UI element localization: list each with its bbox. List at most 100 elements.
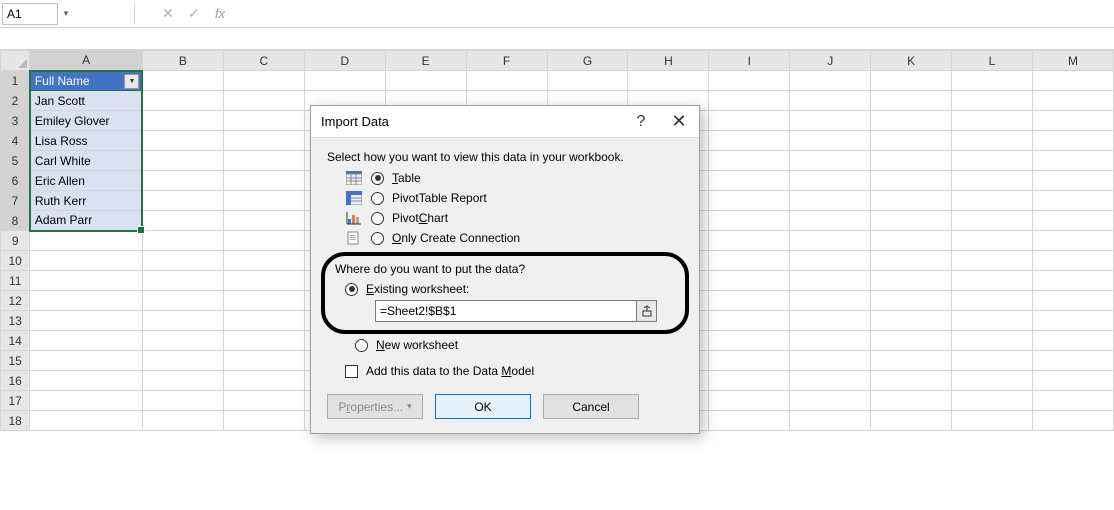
data-cell[interactable]: Emiley Glover	[30, 111, 143, 131]
cell[interactable]	[709, 71, 790, 91]
cell[interactable]	[1032, 371, 1113, 391]
cell[interactable]	[223, 271, 304, 291]
cell[interactable]	[871, 411, 952, 431]
cell[interactable]	[30, 331, 143, 351]
col-header-D[interactable]: D	[304, 51, 385, 71]
cell[interactable]	[952, 91, 1033, 111]
cell[interactable]	[709, 191, 790, 211]
cell[interactable]	[871, 271, 952, 291]
cell[interactable]	[142, 371, 223, 391]
help-button[interactable]: ?	[631, 113, 651, 131]
cell[interactable]	[142, 211, 223, 231]
cell[interactable]	[142, 111, 223, 131]
cancel-button[interactable]: Cancel	[543, 394, 639, 419]
option-table[interactable]: Table	[345, 170, 683, 186]
cell[interactable]	[709, 231, 790, 251]
cell[interactable]	[871, 111, 952, 131]
col-header-B[interactable]: B	[142, 51, 223, 71]
cell[interactable]	[790, 251, 871, 271]
cell[interactable]	[223, 311, 304, 331]
cell[interactable]	[952, 251, 1033, 271]
cell[interactable]	[547, 71, 628, 91]
cell[interactable]	[871, 71, 952, 91]
cell[interactable]	[142, 171, 223, 191]
option-pivottable[interactable]: PivotTable Report	[345, 190, 683, 206]
cell[interactable]	[709, 91, 790, 111]
cell[interactable]	[142, 151, 223, 171]
cell[interactable]	[30, 391, 143, 411]
cell[interactable]	[790, 191, 871, 211]
cell[interactable]	[952, 351, 1033, 371]
cell[interactable]	[952, 151, 1033, 171]
table-header-cell[interactable]: Full Name ▼	[30, 71, 143, 91]
row-header-4[interactable]: 4	[1, 131, 30, 151]
cell[interactable]	[790, 71, 871, 91]
col-header-H[interactable]: H	[628, 51, 709, 71]
filter-dropdown-button[interactable]: ▼	[124, 74, 139, 89]
cell[interactable]	[1032, 251, 1113, 271]
range-selector-button[interactable]	[637, 300, 657, 322]
cell[interactable]	[790, 371, 871, 391]
fx-icon[interactable]: fx	[207, 3, 233, 25]
name-box-dropdown[interactable]: ▼	[58, 9, 74, 18]
cell[interactable]	[223, 171, 304, 191]
cell[interactable]	[142, 311, 223, 331]
cell[interactable]	[1032, 291, 1113, 311]
cell[interactable]	[142, 191, 223, 211]
cell[interactable]	[709, 211, 790, 231]
cell[interactable]	[709, 371, 790, 391]
cell[interactable]	[142, 351, 223, 371]
cell[interactable]	[142, 71, 223, 91]
cell[interactable]	[1032, 71, 1113, 91]
select-all-corner[interactable]	[1, 51, 30, 71]
cell[interactable]	[952, 191, 1033, 211]
cell[interactable]	[385, 71, 466, 91]
cell[interactable]	[709, 171, 790, 191]
cell[interactable]	[709, 271, 790, 291]
cell[interactable]	[709, 391, 790, 411]
name-box[interactable]: A1	[2, 3, 58, 25]
cell[interactable]	[142, 411, 223, 431]
dialog-titlebar[interactable]: Import Data ? ✕	[311, 106, 699, 138]
close-button[interactable]: ✕	[669, 111, 689, 132]
cell[interactable]	[952, 131, 1033, 151]
cell[interactable]	[952, 371, 1033, 391]
cell[interactable]	[30, 351, 143, 371]
cell[interactable]	[142, 291, 223, 311]
col-header-K[interactable]: K	[871, 51, 952, 71]
cell[interactable]	[223, 291, 304, 311]
col-header-I[interactable]: I	[709, 51, 790, 71]
cell[interactable]	[709, 411, 790, 431]
cell[interactable]	[142, 131, 223, 151]
cell[interactable]	[790, 231, 871, 251]
cell[interactable]	[790, 311, 871, 331]
cell[interactable]	[790, 171, 871, 191]
cell[interactable]	[871, 211, 952, 231]
cell[interactable]	[871, 291, 952, 311]
cell[interactable]	[871, 371, 952, 391]
cell[interactable]	[223, 191, 304, 211]
cell[interactable]	[790, 351, 871, 371]
col-header-J[interactable]: J	[790, 51, 871, 71]
cell[interactable]	[790, 131, 871, 151]
row-header-15[interactable]: 15	[1, 351, 30, 371]
row-header-2[interactable]: 2	[1, 91, 30, 111]
cell[interactable]	[790, 211, 871, 231]
cell[interactable]	[1032, 131, 1113, 151]
cell[interactable]	[223, 111, 304, 131]
row-header-8[interactable]: 8	[1, 211, 30, 231]
cell[interactable]	[871, 351, 952, 371]
option-existing-worksheet[interactable]: Existing worksheet:	[345, 282, 675, 296]
cell[interactable]	[142, 231, 223, 251]
row-header-14[interactable]: 14	[1, 331, 30, 351]
cell[interactable]	[223, 251, 304, 271]
cell[interactable]	[142, 331, 223, 351]
radio-pivotchart[interactable]	[371, 212, 384, 225]
row-header-18[interactable]: 18	[1, 411, 30, 431]
data-cell[interactable]: Lisa Ross	[30, 131, 143, 151]
row-header-12[interactable]: 12	[1, 291, 30, 311]
data-cell[interactable]: Eric Allen	[30, 171, 143, 191]
col-header-E[interactable]: E	[385, 51, 466, 71]
cell[interactable]	[871, 151, 952, 171]
cell[interactable]	[1032, 111, 1113, 131]
